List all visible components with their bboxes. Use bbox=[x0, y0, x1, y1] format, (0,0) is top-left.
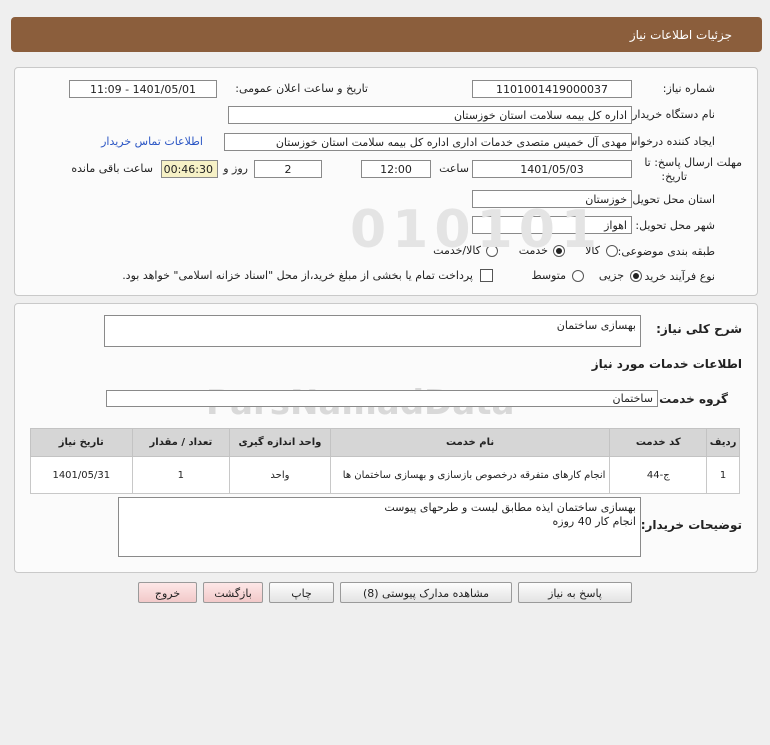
process-label: نوع فرآیند خرید : bbox=[637, 270, 715, 283]
deadline-label-1: مهلت ارسال پاسخ: تا bbox=[644, 156, 742, 169]
city-field: اهواز bbox=[472, 216, 632, 234]
buyer-notes-field: بهسازی ساختمان ایذه مطابق لیست و طرحهای … bbox=[118, 497, 641, 557]
city-label: شهر محل تحویل: bbox=[635, 219, 715, 232]
col-row-header: ردیف bbox=[706, 428, 740, 457]
category-goods-label: کالا bbox=[585, 244, 600, 257]
category-goods-radio[interactable] bbox=[606, 245, 618, 257]
buyer-notes-line-2: انجام کار 40 روزه bbox=[552, 515, 636, 528]
deadline-label-2: تاریخ: bbox=[661, 170, 687, 183]
buyer-notes-label: توضیحات خریدار: bbox=[640, 518, 742, 532]
reply-button[interactable]: پاسخ به نیاز bbox=[518, 582, 632, 603]
days-label: روز و bbox=[223, 162, 248, 175]
creator-field: مهدی آل خمیس متصدی خدمات اداری اداره کل … bbox=[224, 133, 632, 151]
exit-button[interactable]: خروج bbox=[138, 582, 197, 603]
services-heading: اطلاعات خدمات مورد نیاز bbox=[591, 357, 742, 371]
category-label: طبقه بندی موضوعی: bbox=[617, 245, 715, 258]
treasury-payment-note: پرداخت تمام یا بخشی از مبلغ خرید،از محل … bbox=[122, 269, 473, 282]
time-remaining-label: ساعت باقی مانده bbox=[71, 162, 153, 175]
deadline-time-field: 12:00 bbox=[361, 160, 431, 178]
col-name-header: نام خدمت bbox=[329, 428, 611, 457]
col-date-header: تاریخ نیاز bbox=[30, 428, 133, 457]
treasury-payment-checkbox[interactable] bbox=[480, 269, 493, 282]
service-group-label: گروه خدمت: bbox=[654, 392, 728, 406]
deadline-date-field: 1401/05/03 bbox=[472, 160, 632, 178]
cell-service-code: ج-44 bbox=[609, 456, 708, 494]
services-table: ردیف کد خدمت نام خدمت واحد اندازه گیری ت… bbox=[30, 428, 740, 494]
back-button[interactable]: بازگشت bbox=[203, 582, 263, 603]
cell-unit: واحد bbox=[229, 456, 331, 494]
category-service-label: خدمت bbox=[518, 244, 548, 257]
buyer-label: نام دستگاه خریدار: bbox=[628, 108, 715, 121]
cell-need-date: 1401/05/31 bbox=[30, 456, 133, 494]
col-unit-header: واحد اندازه گیری bbox=[229, 428, 331, 457]
buyer-notes-line-1: بهسازی ساختمان ایذه مطابق لیست و طرحهای … bbox=[384, 501, 636, 514]
col-code-header: کد خدمت bbox=[609, 428, 708, 457]
category-goods-service-radio[interactable] bbox=[486, 245, 498, 257]
summary-field: بهسازی ساختمان bbox=[104, 315, 641, 347]
service-group-field: ساختمان bbox=[106, 390, 658, 407]
view-attachments-button[interactable]: مشاهده مدارک پیوستی (8) bbox=[340, 582, 512, 603]
summary-label: شرح کلی نیاز: bbox=[656, 322, 742, 336]
contact-buyer-link[interactable]: اطلاعات تماس خریدار bbox=[101, 135, 203, 148]
process-medium-radio[interactable] bbox=[572, 270, 584, 282]
table-row: 1 ج-44 انجام کارهای متفرقه درخصوص بازساز… bbox=[30, 456, 740, 494]
deadline-time-label: ساعت bbox=[439, 162, 469, 175]
need-info-panel bbox=[14, 67, 758, 296]
cell-service-name: انجام کارهای متفرقه درخصوص بازسازی و بهس… bbox=[329, 456, 611, 494]
cell-row-number: 1 bbox=[706, 456, 740, 494]
need-number-field: 1101001419000037 bbox=[472, 80, 632, 98]
category-service-radio[interactable] bbox=[553, 245, 565, 257]
cell-quantity: 1 bbox=[131, 456, 231, 494]
process-medium-label: متوسط bbox=[531, 269, 566, 282]
announce-field: 1401/05/01 - 11:09 bbox=[69, 80, 217, 98]
category-goods-service-label: کالا/خدمت bbox=[433, 244, 481, 257]
page-title: جزئیات اطلاعات نیاز bbox=[629, 28, 732, 42]
print-button[interactable]: چاپ bbox=[269, 582, 334, 603]
need-number-label: شماره نیاز: bbox=[662, 82, 715, 95]
page-title-bar: جزئیات اطلاعات نیاز bbox=[11, 17, 762, 52]
table-header-row: ردیف کد خدمت نام خدمت واحد اندازه گیری ت… bbox=[30, 428, 740, 457]
buyer-field: اداره کل بیمه سلامت استان خوزستان bbox=[228, 106, 632, 124]
process-minor-radio[interactable] bbox=[630, 270, 642, 282]
province-field: خوزستان bbox=[472, 190, 632, 208]
time-remaining-field: 00:46:30 bbox=[161, 160, 218, 178]
col-qty-header: تعداد / مقدار bbox=[131, 428, 231, 457]
province-label: استان محل تحویل: bbox=[628, 193, 715, 206]
days-remaining-field: 2 bbox=[254, 160, 322, 178]
announce-label: تاریخ و ساعت اعلان عمومی: bbox=[235, 82, 368, 95]
process-minor-label: جزیی bbox=[598, 269, 624, 282]
